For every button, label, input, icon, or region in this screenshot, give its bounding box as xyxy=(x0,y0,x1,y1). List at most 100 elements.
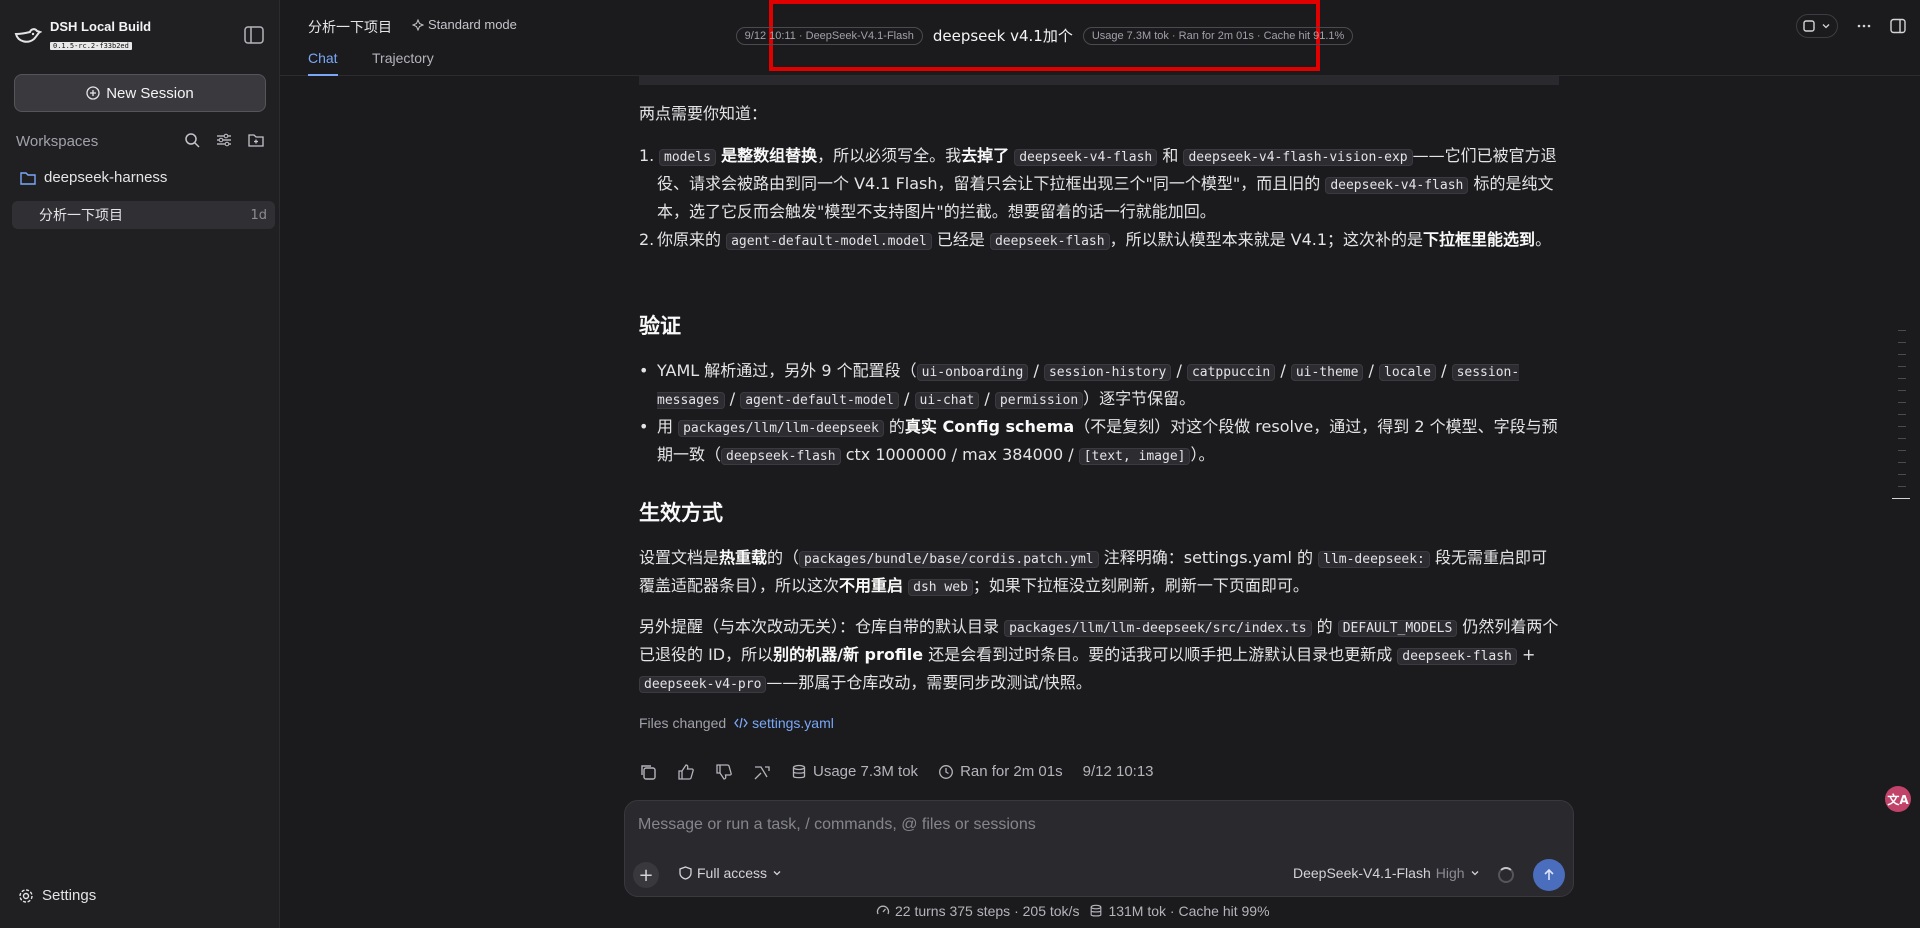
code-model-id: deepseek-flash xyxy=(989,233,1110,250)
tab-chat[interactable]: Chat xyxy=(308,50,338,76)
effect-paragraph-2: 另外提醒（与本次改动无关）：仓库自带的默认目录 packages/llm/llm… xyxy=(639,614,1559,698)
bold-text: 不用重启 xyxy=(839,576,904,595)
model-selector[interactable]: DeepSeek-V4.1-Flash High xyxy=(1293,865,1480,881)
list-item-2: 2. 你原来的 agent-default-model.model 已经是 de… xyxy=(639,227,1559,255)
file-link-label: settings.yaml xyxy=(752,715,834,731)
bold-text: 是整数组替换 xyxy=(721,146,818,165)
tab-trajectory[interactable]: Trajectory xyxy=(372,50,434,76)
copy-icon[interactable] xyxy=(639,763,657,781)
top-header: 分析一下项目 Standard mode Chat Trajectory 9/1… xyxy=(280,0,1920,76)
brand[interactable]: DSH Local Build 0.1.5-rc.2-f33b2ed xyxy=(14,20,151,52)
bullet: • xyxy=(639,417,649,436)
mode-label: Standard mode xyxy=(428,17,517,32)
text: 和 xyxy=(1162,146,1179,165)
app-version: 0.1.5-rc.2-f33b2ed xyxy=(50,42,132,50)
code-section: ui-onboarding xyxy=(916,364,1029,381)
code-section: agent-default-model xyxy=(740,392,899,409)
database-icon xyxy=(792,764,806,779)
text: ；如果下拉框没立刻刷新，刷新一下页面即可。 xyxy=(972,576,1309,595)
text: ，所以默认模型本来就是 V4.1；这次补的是 xyxy=(1109,230,1424,249)
text: ——那属于仓库改动，需要同步改测试/快照。 xyxy=(766,673,1092,692)
sidebar-toggle-icon[interactable] xyxy=(244,26,264,44)
text: 的 xyxy=(888,417,905,436)
text: ctx 1000000 / max 384000 / xyxy=(845,445,1074,464)
files-changed-label: Files changed xyxy=(639,715,727,731)
status-bar: 22 turns 375 steps · 205 tok/s 131M tok … xyxy=(876,903,1270,919)
code-command: dsh web xyxy=(908,579,973,596)
code-path: packages/llm/llm-deepseek/src/index.ts xyxy=(1004,620,1312,637)
message-navigation-rail[interactable] xyxy=(1892,330,1910,510)
usage-text: Usage 7.3M tok xyxy=(813,763,919,780)
session-name[interactable]: deepseek v4.1加个 xyxy=(933,25,1073,46)
chevron-down-icon xyxy=(773,871,781,876)
bold-text: 别的机器/新 profile xyxy=(773,645,924,664)
code-section: ui-theme xyxy=(1290,364,1364,381)
separator: / xyxy=(904,389,910,408)
text: 用 xyxy=(657,417,674,436)
list-item-1: 1. models 是整数组替换，所以必须写全。我去掉了 deepseek-v4… xyxy=(639,143,1559,225)
code-section: ui-chat xyxy=(914,392,980,409)
code-config-key: agent-default-model.model xyxy=(726,233,932,250)
bold-text: 真实 Config schema xyxy=(904,417,1075,436)
search-icon[interactable] xyxy=(184,132,202,150)
text: ）逐字节保留。 xyxy=(1083,389,1196,408)
right-panel-toggle-icon[interactable] xyxy=(1890,18,1906,34)
new-session-button[interactable]: New Session xyxy=(14,74,266,112)
thumbs-down-icon[interactable] xyxy=(715,763,733,781)
more-options-icon[interactable] xyxy=(1856,18,1872,34)
stop-control[interactable] xyxy=(1796,14,1838,38)
access-selector[interactable]: Full access xyxy=(679,865,782,881)
timestamp: 9/12 10:13 xyxy=(1082,763,1154,780)
code-config-key: llm-deepseek: xyxy=(1318,551,1430,568)
project-label: deepseek-harness xyxy=(44,169,168,186)
file-link[interactable]: settings.yaml xyxy=(734,710,834,736)
bold-text: 下拉框里能选到 xyxy=(1423,230,1536,249)
text: 设置文档是 xyxy=(639,548,720,567)
translate-icon[interactable]: 文A xyxy=(1885,786,1911,812)
settings-button[interactable]: Settings xyxy=(18,887,96,904)
database-icon xyxy=(1091,904,1102,917)
text: YAML 解析通过，另外 9 个配置段（ xyxy=(657,361,917,380)
turns-text: 22 turns 375 steps · 205 tok/s xyxy=(895,903,1080,919)
code-models: models xyxy=(659,149,716,166)
tokens-text: 131M tok · Cache hit 99% xyxy=(1108,903,1270,919)
new-folder-icon[interactable] xyxy=(248,132,266,150)
code-model-id: deepseek-v4-flash xyxy=(1014,149,1158,166)
code-section: permission xyxy=(994,392,1084,409)
attach-button[interactable]: + xyxy=(633,862,659,888)
session-age: 1d xyxy=(250,207,267,223)
message-input[interactable] xyxy=(638,813,1538,837)
send-button[interactable] xyxy=(1533,859,1565,891)
tokens-stat: 131M tok · Cache hit 99% xyxy=(1089,903,1270,919)
text: 另外提醒（与本次改动无关）：仓库自带的默认目录 xyxy=(639,617,1000,636)
project-item[interactable]: deepseek-harness xyxy=(20,169,167,186)
effect-paragraph-1: 设置文档是热重载的（ packages/bundle/base/cordis.pa… xyxy=(639,545,1559,601)
session-item[interactable]: 分析一下项目 1d xyxy=(12,201,275,229)
verify-item-1: • YAML 解析通过，另外 9 个配置段（ ui-onboarding / se… xyxy=(639,358,1559,414)
arrow-up-icon xyxy=(1544,868,1554,880)
settings-label: Settings xyxy=(42,887,97,904)
fork-icon[interactable] xyxy=(753,763,771,781)
mode-indicator[interactable]: Standard mode xyxy=(412,17,517,32)
workspaces-header: Workspaces xyxy=(16,130,266,152)
separator: / xyxy=(729,389,736,408)
code-section: locale xyxy=(1379,364,1436,381)
filter-sliders-icon[interactable] xyxy=(216,132,234,150)
thumbs-up-icon[interactable] xyxy=(677,763,695,781)
session-time-pill: 9/12 10:11 · DeepSeek-V4.1-Flash xyxy=(735,26,923,45)
code-model-id: deepseek-flash xyxy=(1397,648,1517,665)
access-label: Full access xyxy=(697,865,768,881)
text: 。 xyxy=(1535,230,1552,249)
new-session-label: New Session xyxy=(106,84,194,102)
text: 的（ xyxy=(767,548,800,567)
bold-text: 去掉了 xyxy=(961,146,1010,165)
code-section: catppuccin xyxy=(1186,364,1276,381)
list-marker: 1. xyxy=(639,146,655,165)
text: 还是会看到过时条目。要的话我可以顺手把上游默认目录也更新成 xyxy=(928,645,1393,664)
stop-icon xyxy=(1803,20,1815,32)
text: + xyxy=(1521,645,1536,664)
bullet: • xyxy=(639,361,649,380)
workspaces-label: Workspaces xyxy=(16,132,99,150)
shield-icon xyxy=(679,866,692,880)
chevron-down-icon xyxy=(1471,871,1479,876)
